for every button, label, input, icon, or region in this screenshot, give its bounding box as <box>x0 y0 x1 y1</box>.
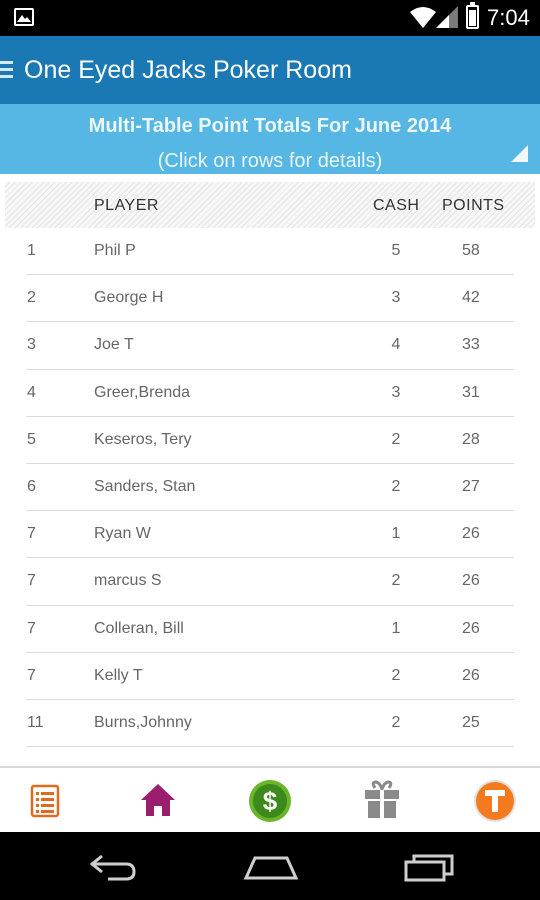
row-points: 33 <box>462 336 480 354</box>
table-row[interactable]: 3 Joe T 4 33 <box>0 322 540 370</box>
bottom-nav: $ <box>0 766 540 832</box>
app-title: One Eyed Jacks Poker Room <box>24 56 352 84</box>
row-points: 26 <box>462 619 480 637</box>
signal-icon <box>436 6 458 28</box>
status-time: 7:04 <box>487 5 530 30</box>
row-cash: 2 <box>391 477 401 495</box>
row-player: Colleran, Bill <box>94 619 184 637</box>
period-selector[interactable]: Multi-Table Point Totals For June 2014 (… <box>0 104 540 174</box>
row-cash: 2 <box>391 430 401 448</box>
svg-text:$: $ <box>263 786 278 816</box>
table-row[interactable]: 5 Keseros, Tery 2 28 <box>0 417 540 465</box>
row-rank: 7 <box>27 525 36 543</box>
banner-title: Multi-Table Point Totals For June 2014 <box>88 115 452 137</box>
banner-subtitle: (Click on rows for details) <box>157 150 383 172</box>
hamburger-icon[interactable] <box>0 61 13 79</box>
row-rank: 1 <box>27 242 36 259</box>
row-cash: 2 <box>391 666 401 684</box>
row-cash: 3 <box>391 383 401 401</box>
column-header-points: POINTS <box>442 197 505 214</box>
leaderboard-list: 1 Phil P 5 58 2 George H 3 42 3 Joe T 4 … <box>0 228 540 748</box>
row-player: Burns,Johnny <box>94 713 192 731</box>
row-cash: 3 <box>391 289 401 307</box>
row-points: 58 <box>462 242 480 259</box>
nav-list-button[interactable] <box>20 778 70 824</box>
row-rank: 5 <box>27 430 36 448</box>
row-rank: 6 <box>27 477 36 495</box>
list-icon <box>30 784 60 818</box>
row-player: George H <box>94 289 164 307</box>
table-row[interactable]: 7 Colleran, Bill 1 26 <box>0 606 540 653</box>
row-points: 27 <box>462 477 480 495</box>
row-cash: 1 <box>391 619 401 637</box>
gift-icon <box>365 780 399 818</box>
back-icon[interactable] <box>88 852 138 882</box>
row-points: 28 <box>462 430 480 448</box>
system-nav-bar <box>0 832 540 900</box>
row-player: Phil P <box>94 242 136 259</box>
battery-icon <box>466 2 479 29</box>
nav-rewards-button[interactable] <box>357 778 407 824</box>
row-rank: 7 <box>27 666 36 684</box>
row-cash: 4 <box>391 336 401 354</box>
row-rank: 4 <box>27 383 36 401</box>
table-row[interactable]: 4 Greer,Brenda 3 31 <box>0 370 540 417</box>
status-bar: 7:04 <box>0 0 540 36</box>
table-row[interactable]: 7 marcus S 2 26 <box>0 558 540 606</box>
column-header-player: PLAYER <box>94 197 159 214</box>
app-bar: One Eyed Jacks Poker Room <box>0 36 540 104</box>
row-points: 26 <box>462 572 480 590</box>
row-player: Greer,Brenda <box>94 383 191 401</box>
table-row[interactable]: 7 Ryan W 1 26 <box>0 511 540 559</box>
row-player: marcus S <box>94 572 162 590</box>
row-rank: 2 <box>27 289 36 307</box>
row-player: Keseros, Tery <box>94 430 192 448</box>
row-rank: 7 <box>27 619 36 637</box>
row-player: Sanders, Stan <box>94 477 196 495</box>
nav-cash-button[interactable]: $ <box>245 778 295 824</box>
row-points: 26 <box>462 666 480 684</box>
wifi-icon <box>410 7 436 28</box>
home-outline-icon[interactable] <box>243 852 299 882</box>
row-cash: 2 <box>391 713 401 731</box>
row-points: 31 <box>462 383 480 401</box>
home-icon <box>141 784 175 816</box>
row-cash: 2 <box>391 572 401 590</box>
row-points: 26 <box>462 525 480 543</box>
table-row[interactable]: 7 Kelly T 2 26 <box>0 653 540 701</box>
table-row[interactable]: 1 Phil P 5 58 <box>0 228 540 276</box>
dollar-icon: $ <box>249 780 291 822</box>
row-rank: 7 <box>27 572 36 590</box>
row-cash: 5 <box>391 242 401 259</box>
row-player: Joe T <box>94 336 134 354</box>
table-header: PLAYER CASH POINTS <box>5 182 535 228</box>
nav-home-button[interactable] <box>133 778 183 824</box>
nav-profile-button[interactable] <box>470 778 520 824</box>
table-row[interactable]: 11 Burns,Johnny 2 25 <box>0 700 540 748</box>
row-player: Ryan W <box>94 525 151 543</box>
row-points: 42 <box>462 289 480 307</box>
row-cash: 1 <box>391 525 401 543</box>
row-rank: 3 <box>27 336 36 354</box>
table-row[interactable]: 6 Sanders, Stan 2 27 <box>0 464 540 512</box>
picture-icon <box>14 8 34 26</box>
column-header-cash: CASH <box>373 197 420 214</box>
t-icon <box>474 780 516 822</box>
row-points: 25 <box>462 713 480 731</box>
table-row[interactable]: 2 George H 3 42 <box>0 275 540 323</box>
dropdown-corner-icon[interactable] <box>511 145 528 162</box>
recents-icon[interactable] <box>403 852 455 882</box>
row-player: Kelly T <box>94 666 143 684</box>
row-rank: 11 <box>27 713 44 731</box>
